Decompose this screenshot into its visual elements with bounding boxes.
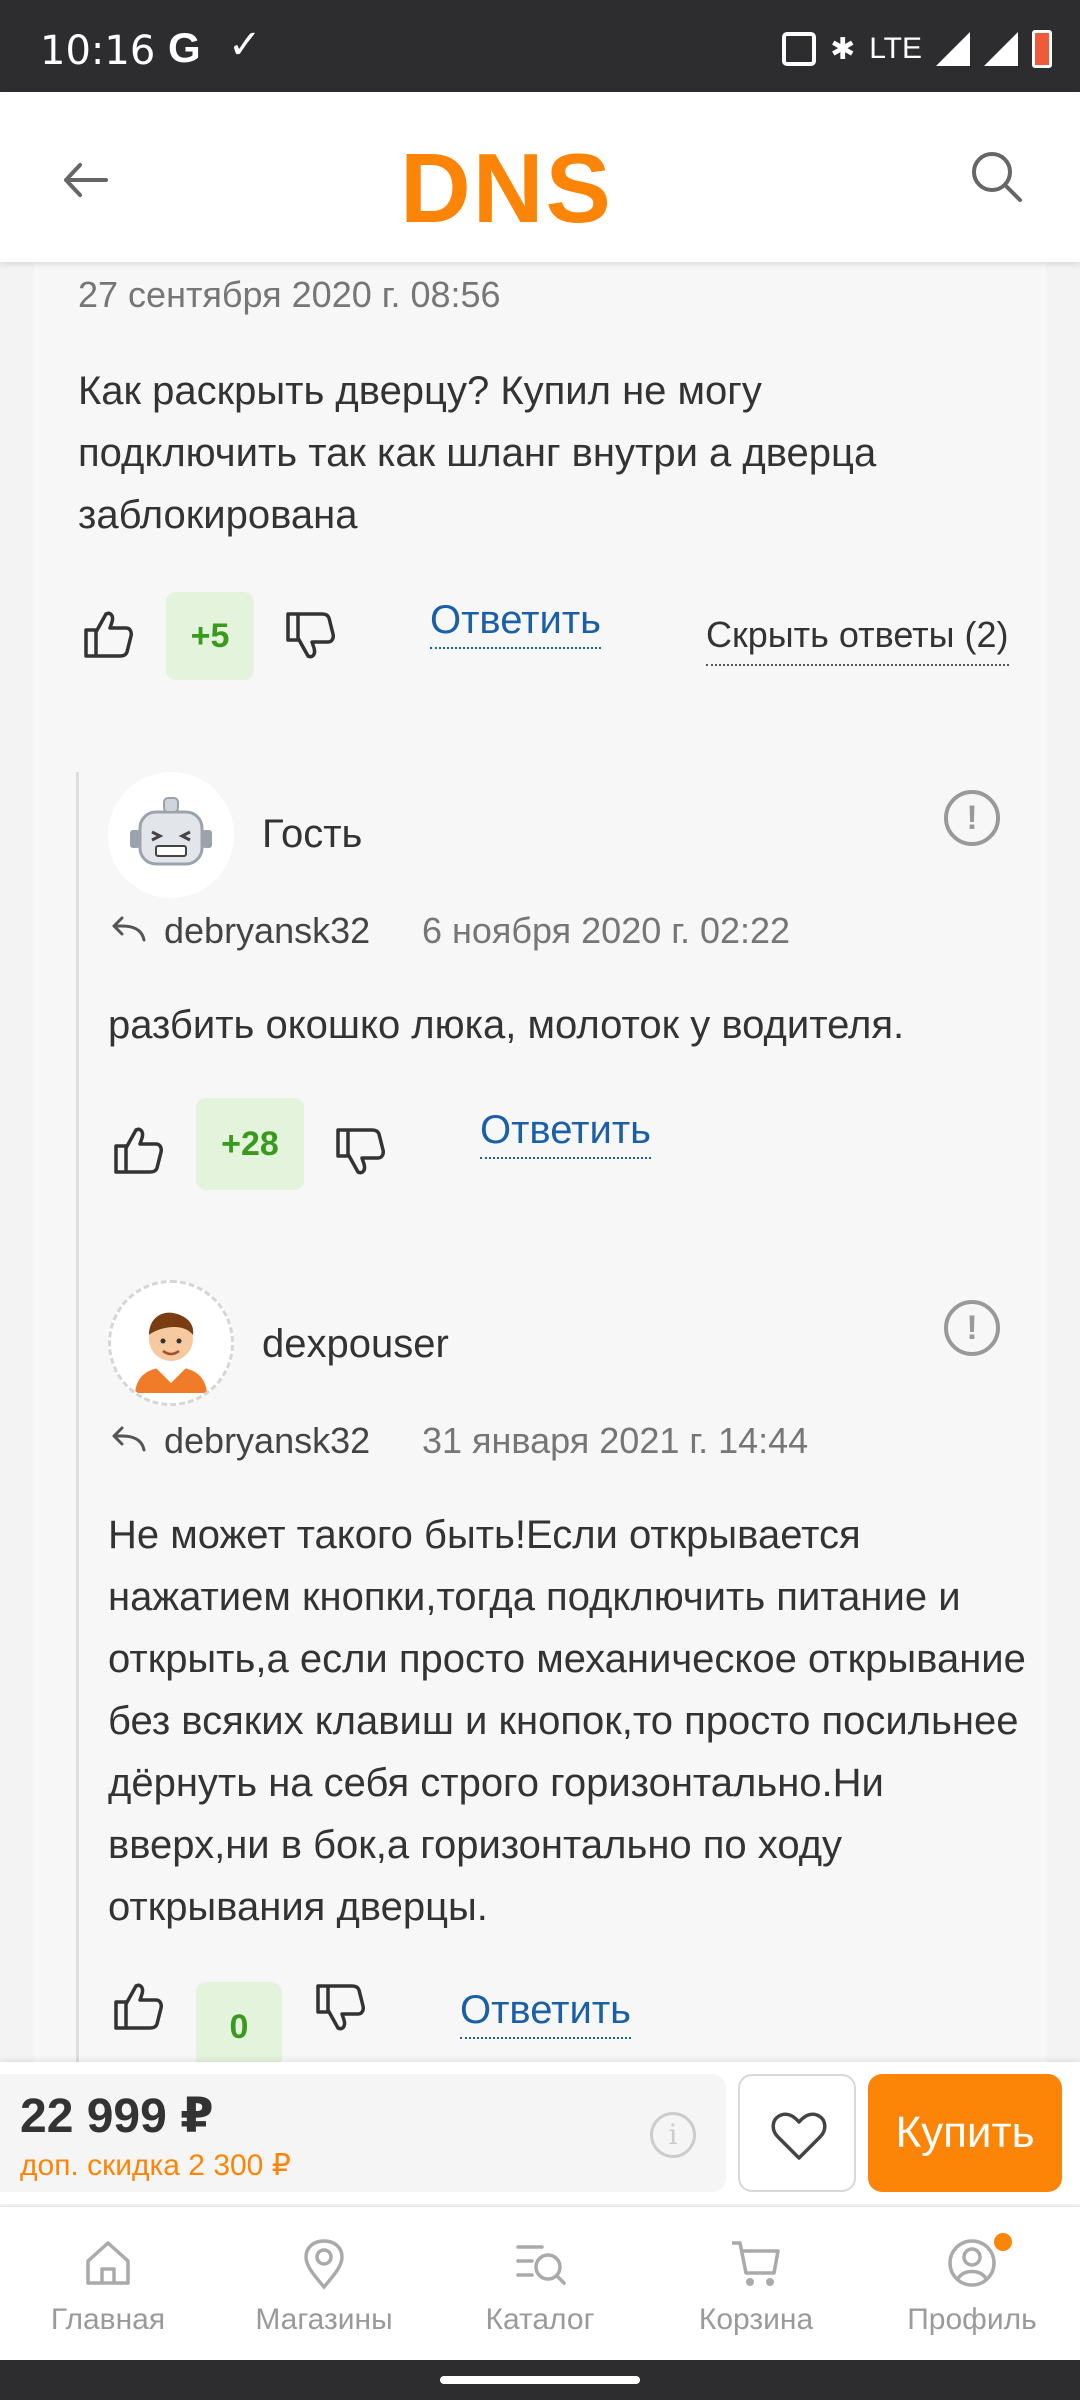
comment-card: 27 сентября 2020 г. 08:56 Как раскрыть д… [34,262,1046,2062]
report-icon[interactable]: ! [944,790,1000,846]
info-icon[interactable]: i [650,2112,696,2158]
comment-author[interactable]: dexpouser [262,1322,449,1367]
search-icon[interactable] [964,144,1028,208]
user-avatar-icon [111,1283,231,1403]
comment-text: Как раскрыть дверцу? Купил не могу подкл… [78,369,877,537]
nfc-icon [782,32,817,66]
status-time: 10:16 [40,28,156,74]
hide-replies-button[interactable]: Скрыть ответы (2) [706,614,1009,666]
reply-button[interactable]: Ответить [480,1108,651,1159]
nav-label: Магазины [255,2303,393,2336]
dns-logo[interactable]: DNS [400,132,613,245]
google-icon: G [168,24,201,71]
signal-icon [936,32,970,66]
bottom-nav: Главная Магазины Каталог Корзина Профиль [0,2206,1080,2360]
thumbs-down-icon[interactable] [282,608,338,664]
comment-date: 31 января 2021 г. 14:44 [422,1420,809,1461]
thumbs-down-icon[interactable] [332,1124,388,1180]
catalog-search-icon [516,2245,566,2285]
avatar [108,772,234,898]
comment-text: разбить окошко люка, молоток у водителя. [108,1003,905,1047]
status-bar: 10:16 G ✓ ✱ LTE [0,0,1080,92]
nav-item-home[interactable]: Главная [0,2207,216,2361]
avatar [108,1280,234,1406]
battery-icon [1032,30,1052,68]
nav-label: Профиль [907,2303,1037,2336]
reply-button[interactable]: Ответить [430,598,601,649]
home-icon [86,2241,130,2285]
app-header: DNS [0,92,1080,262]
system-nav-bar [0,2360,1080,2400]
thumbs-up-icon[interactable] [80,606,136,662]
comment-date: 27 сентября 2020 г. 08:56 [78,274,501,315]
product-price: 22 999 ₽ [20,2090,214,2143]
thumbs-up-icon[interactable] [110,1978,166,2034]
nav-item-cart[interactable]: Корзина [648,2207,864,2361]
favorite-button[interactable] [738,2074,856,2192]
thread-line [76,772,79,2062]
vote-count: 0 [196,1982,282,2062]
status-indicators: ✱ LTE [782,30,1052,68]
vote-count: +28 [196,1098,304,1190]
back-arrow-icon[interactable] [56,150,116,210]
heart-icon [771,2112,827,2160]
task-check-icon: ✓ [228,23,262,67]
home-gesture-bar[interactable] [440,2376,640,2384]
buy-button[interactable]: Купить [868,2074,1062,2192]
comment-date: 6 ноября 2020 г. 02:22 [422,910,791,951]
bluetooth-icon: ✱ [830,32,856,66]
notification-dot [992,2231,1014,2253]
robot-avatar-icon [109,773,233,897]
comments-area[interactable]: 27 сентября 2020 г. 08:56 Как раскрыть д… [0,262,1080,2062]
reply-arrow-icon [112,1426,146,1452]
comment-author[interactable]: Гость [262,812,362,857]
signal-icon-2 [984,32,1018,66]
comment-text: Не может такого быть!Если открывается на… [108,1513,1026,1929]
nav-item-stores[interactable]: Магазины [216,2207,432,2361]
price-box: 22 999 ₽ доп. скидка 2 300 ₽ i [0,2074,726,2192]
report-icon[interactable]: ! [944,1300,1000,1356]
network-type: LTE [869,32,922,65]
reply-to-user[interactable]: debryansk32 [164,1420,370,1462]
thumbs-down-icon[interactable] [312,1980,368,2036]
nav-label: Корзина [698,2303,814,2336]
nav-item-profile[interactable]: Профиль [864,2207,1080,2361]
vote-count: +5 [166,592,254,680]
reply-to-user[interactable]: debryansk32 [164,910,370,952]
nav-label: Главная [50,2303,166,2336]
reply-button[interactable]: Ответить [460,1988,631,2039]
extra-discount: доп. скидка 2 300 ₽ [20,2149,291,2182]
cart-icon [732,2241,780,2286]
nav-label: Каталог [485,2303,595,2336]
thumbs-up-icon[interactable] [110,1122,166,1178]
buy-bar: 22 999 ₽ доп. скидка 2 300 ₽ i Купить [0,2062,1080,2204]
reply-arrow-icon [112,916,146,942]
map-pin-icon [304,2239,344,2290]
nav-item-catalog[interactable]: Каталог [432,2207,648,2361]
